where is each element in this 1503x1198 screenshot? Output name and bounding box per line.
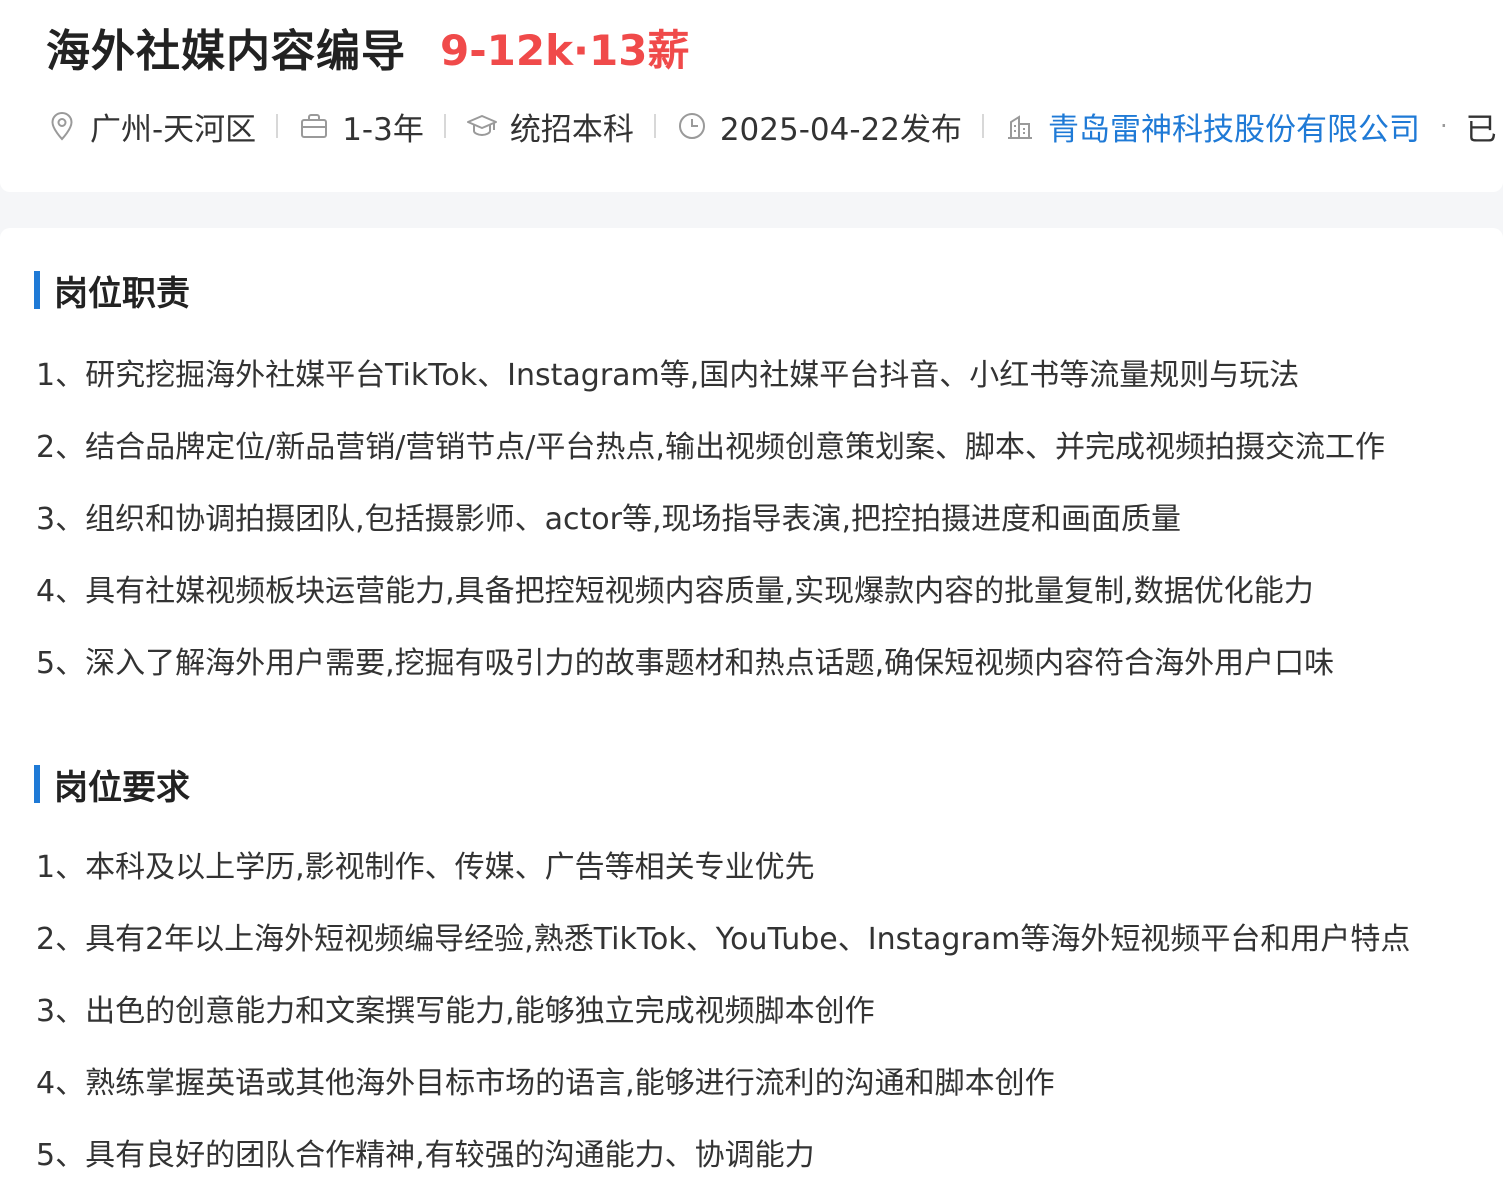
list-item: 1、研究挖掘海外社媒平台TikTok、Instagram等,国内社媒平台抖音、小…	[36, 358, 1300, 393]
meta-published: 2025-04-22发布	[676, 104, 962, 149]
building-icon	[1004, 110, 1036, 142]
meta-education: 统招本科	[466, 104, 634, 149]
location-pin-icon	[46, 110, 78, 142]
duties-list: 1、研究挖掘海外社媒平台TikTok、Instagram等,国内社媒平台抖音、小…	[36, 340, 1385, 700]
meta-divider	[982, 114, 984, 138]
list-item: 5、深入了解海外用户需要,挖掘有吸引力的故事题材和热点话题,确保短视频内容符合海…	[36, 646, 1335, 681]
meta-divider	[276, 114, 279, 138]
education-text: 统招本科	[509, 111, 634, 148]
experience-text: 1-3年	[342, 111, 424, 148]
meta-divider	[443, 114, 446, 138]
job-meta: 广州-天河区 1-3年 统招本科 2025-04-22发布 青岛雷神科技股份有限…	[46, 104, 1497, 148]
list-item: 2、结合品牌定位/新品营销/营销节点/平台热点,输出视频创意策划案、脚本、并完成…	[36, 430, 1385, 465]
meta-truncated-text: 已	[1465, 111, 1497, 148]
requirements-list: 1、本科及以上学历,影视制作、传媒、广告等相关专业优先 2、具有2年以上海外短视…	[36, 832, 1410, 1192]
job-header: 海外社媒内容编导 9-12k·13薪 广州-天河区 1-3年 统招本科 2025…	[0, 0, 1503, 192]
requirements-heading-text: 岗位要求	[54, 767, 190, 808]
title-row: 海外社媒内容编导 9-12k·13薪	[46, 14, 689, 80]
meta-experience: 1-3年	[298, 104, 424, 149]
duties-heading: 岗位职责	[34, 270, 190, 314]
section-accent-bar	[34, 765, 40, 803]
requirements-heading: 岗位要求	[34, 764, 190, 808]
published-text: 2025-04-22发布	[719, 111, 962, 148]
briefcase-icon	[298, 110, 330, 142]
job-detail: 岗位职责 1、研究挖掘海外社媒平台TikTok、Instagram等,国内社媒平…	[0, 228, 1503, 1198]
list-item: 3、组织和协调拍摄团队,包括摄影师、actor等,现场指导表演,把控拍摄进度和画…	[36, 502, 1182, 537]
meta-divider	[653, 114, 656, 138]
list-item: 2、具有2年以上海外短视频编导经验,熟悉TikTok、YouTube、Insta…	[36, 922, 1411, 957]
meta-location: 广州-天河区	[46, 104, 256, 149]
duties-heading-text: 岗位职责	[54, 273, 190, 314]
meta-company[interactable]: 青岛雷神科技股份有限公司	[1004, 104, 1420, 149]
company-link[interactable]: 青岛雷神科技股份有限公司	[1048, 104, 1420, 149]
clock-icon	[676, 110, 708, 142]
job-title: 海外社媒内容编导	[46, 26, 406, 77]
meta-dot: ·	[1440, 112, 1448, 140]
section-accent-bar	[34, 271, 40, 309]
list-item: 4、熟练掌握英语或其他海外目标市场的语言,能够进行流利的沟通和脚本创作	[36, 1066, 1055, 1101]
list-item: 5、具有良好的团队合作精神,有较强的沟通能力、协调能力	[36, 1138, 815, 1173]
graduation-cap-icon	[466, 110, 498, 142]
location-text: 广州-天河区	[90, 111, 257, 148]
list-item: 4、具有社媒视频板块运营能力,具备把控短视频内容质量,实现爆款内容的批量复制,数…	[36, 574, 1314, 609]
list-item: 1、本科及以上学历,影视制作、传媒、广告等相关专业优先	[36, 850, 815, 885]
list-item: 3、出色的创意能力和文案撰写能力,能够独立完成视频脚本创作	[36, 994, 875, 1029]
salary: 9-12k·13薪	[440, 25, 690, 75]
